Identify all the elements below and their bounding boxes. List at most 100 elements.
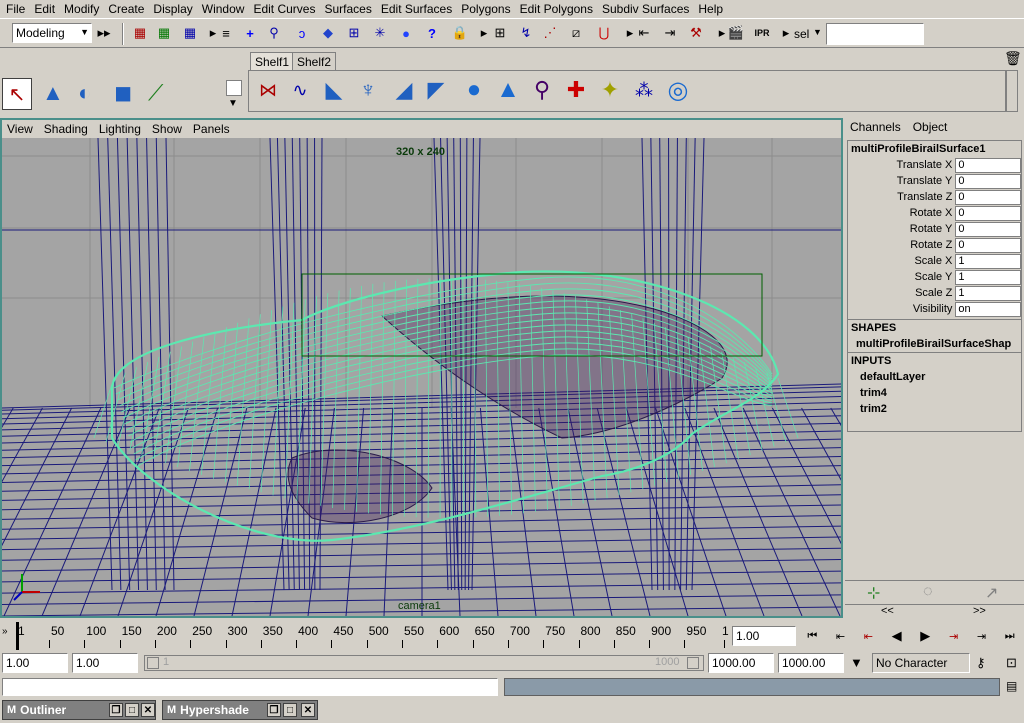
range-bar[interactable]: 1 1000 [144,655,704,671]
channel-value[interactable]: 0 [955,205,1021,221]
play-backward-icon[interactable]: ◀ [892,628,902,644]
perspective-viewport[interactable]: 320 x 240 camera1 [2,138,841,616]
maximize-icon[interactable]: □ [283,703,297,717]
menu-edit-surfaces[interactable]: Edit Surfaces [381,2,452,16]
chevron-down-icon[interactable]: ▼ [850,655,863,670]
collapse-arrow-icon[interactable]: ▸ [776,23,796,43]
nav-left-button[interactable]: << [881,605,894,617]
menu-surfaces[interactable]: Surfaces [324,2,371,16]
channel-row[interactable]: Visibility on [848,301,1021,317]
mel-command-input[interactable] [2,678,498,696]
menu-file[interactable]: File [6,2,25,16]
restore-icon[interactable]: ❐ [267,703,281,717]
select-joint-icon[interactable]: ⚲ [264,23,284,43]
maximize-icon[interactable]: □ [125,703,139,717]
channel-row[interactable]: Scale Y1 [848,269,1021,285]
script-editor-icon[interactable]: ▤ [1006,679,1017,693]
select-dynamics-icon[interactable]: ✳ [370,23,390,43]
make-live-icon[interactable]: ⋃ [594,23,614,43]
channel-row[interactable]: Translate Z0 [848,189,1021,205]
lasso-tool-icon[interactable]: ▲ [42,80,64,106]
channel-value[interactable]: 0 [955,221,1021,237]
step-back-key-icon[interactable]: ⇤ [864,630,873,643]
shelf-scrollbar[interactable] [1006,70,1018,112]
snap-grid-icon[interactable]: ⊞ [490,23,510,43]
playback-end-field[interactable]: 1000.00 [708,653,774,673]
channel-label[interactable]: Rotate X [848,207,955,219]
menu-edit-curves[interactable]: Edit Curves [253,2,315,16]
channel-value[interactable]: on [955,301,1021,317]
channels-menu[interactable]: Channels [850,120,901,134]
time-ruler[interactable]: 1 50 100 150 200 250 300 350 400 450 500 550 600 650 7… [16,622,729,650]
menu-window[interactable]: Window [202,2,245,16]
current-time-field[interactable]: 1.00 [732,626,796,646]
channel-label[interactable]: Scale Y [848,271,955,283]
input-node[interactable]: defaultLayer [848,369,1021,385]
select-tool-icon[interactable]: ↖ [2,78,32,110]
go-to-start-icon[interactable]: ⏮ [807,630,817,643]
history-icon[interactable]: ⚒ [686,23,706,43]
object-menu[interactable]: Object [913,120,948,134]
channel-row[interactable]: Rotate X0 [848,205,1021,221]
loft-icon[interactable]: ◣ [319,75,349,105]
nurbs-sphere-icon[interactable]: ● [459,75,489,105]
start-time-field[interactable]: 1.00 [2,653,68,673]
render-icon[interactable]: 🎬 [726,23,746,43]
channel-value[interactable]: 0 [955,173,1021,189]
menu-create[interactable]: Create [108,2,144,16]
menu-edit-polygons[interactable]: Edit Polygons [520,2,593,16]
channel-label[interactable]: Translate Z [848,191,955,203]
channel-row[interactable]: Translate Y0 [848,173,1021,189]
birail-icon[interactable]: ◤ [421,75,451,105]
channel-row[interactable]: Scale Z1 [848,285,1021,301]
shape-node[interactable]: multiProfileBirailSurfaceShap [848,336,1021,352]
viewport-menu-show[interactable]: Show [152,122,182,136]
channel-row[interactable]: Rotate Y0 [848,221,1021,237]
channel-label[interactable]: Scale X [848,255,955,267]
select-hierarchy-icon[interactable]: ▦ [130,23,150,43]
manipulator-tool-icon[interactable]: ⟋ [148,80,163,106]
channel-label[interactable]: Rotate Z [848,239,955,251]
close-icon[interactable]: ✕ [141,703,155,717]
viewport-menu-lighting[interactable]: Lighting [99,122,141,136]
step-forward-key-icon[interactable]: ⇥ [949,630,958,643]
select-rendering-icon[interactable]: ● [396,23,416,43]
ik-handle-icon[interactable]: ✚ [561,75,591,105]
layer-arrow-icon[interactable]: ↗ [985,583,998,603]
channel-label[interactable]: Visibility [848,303,955,315]
hypershade-window[interactable]: M Hypershade ❐ □ ✕ [162,700,318,720]
play-forward-icon[interactable]: ▶ [920,628,930,644]
trash-icon[interactable]: 🗑 [1004,50,1022,67]
channel-row[interactable]: Rotate Z0 [848,237,1021,253]
viewport-menu-shading[interactable]: Shading [44,122,88,136]
output-connections-icon[interactable]: ⇥ [660,23,680,43]
menu-modify[interactable]: Modify [64,2,99,16]
viewport-menu-view[interactable]: View [7,122,33,136]
key-icon[interactable]: ⚷ [976,655,986,671]
character-set-field[interactable]: No Character [872,653,970,673]
close-icon[interactable]: ✕ [301,703,315,717]
channel-row[interactable]: Scale X1 [848,253,1021,269]
axis-layer-icon[interactable]: ⊹ [867,583,880,603]
snap-point-icon[interactable]: ⋰ [540,23,560,43]
preferences-icon[interactable]: ⊡ [1006,655,1017,671]
chevron-double-down-icon[interactable]: » [2,626,8,637]
channel-label[interactable]: Translate X [848,159,955,171]
mode-select[interactable]: Modeling ▼ [12,23,92,43]
channel-value[interactable]: 0 [955,189,1021,205]
channel-value[interactable]: 1 [955,269,1021,285]
channel-label[interactable]: Translate Y [848,175,955,187]
select-object-icon[interactable]: ▦ [154,23,174,43]
select-component-icon[interactable]: ▦ [180,23,200,43]
range-start-handle[interactable] [147,657,159,669]
input-node[interactable]: trim2 [848,401,1021,417]
channel-value[interactable]: 1 [955,285,1021,301]
snap-view-plane-icon[interactable]: ⧄ [566,23,586,43]
quick-select-input[interactable] [826,23,924,45]
lock-icon[interactable]: 🔒 [450,23,470,43]
sel-label[interactable]: sel [794,27,809,41]
channel-label[interactable]: Scale Z [848,287,955,299]
select-misc-icon[interactable]: ? [422,23,442,43]
viewport-menu-panels[interactable]: Panels [193,122,230,136]
input-node[interactable]: trim4 [848,385,1021,401]
